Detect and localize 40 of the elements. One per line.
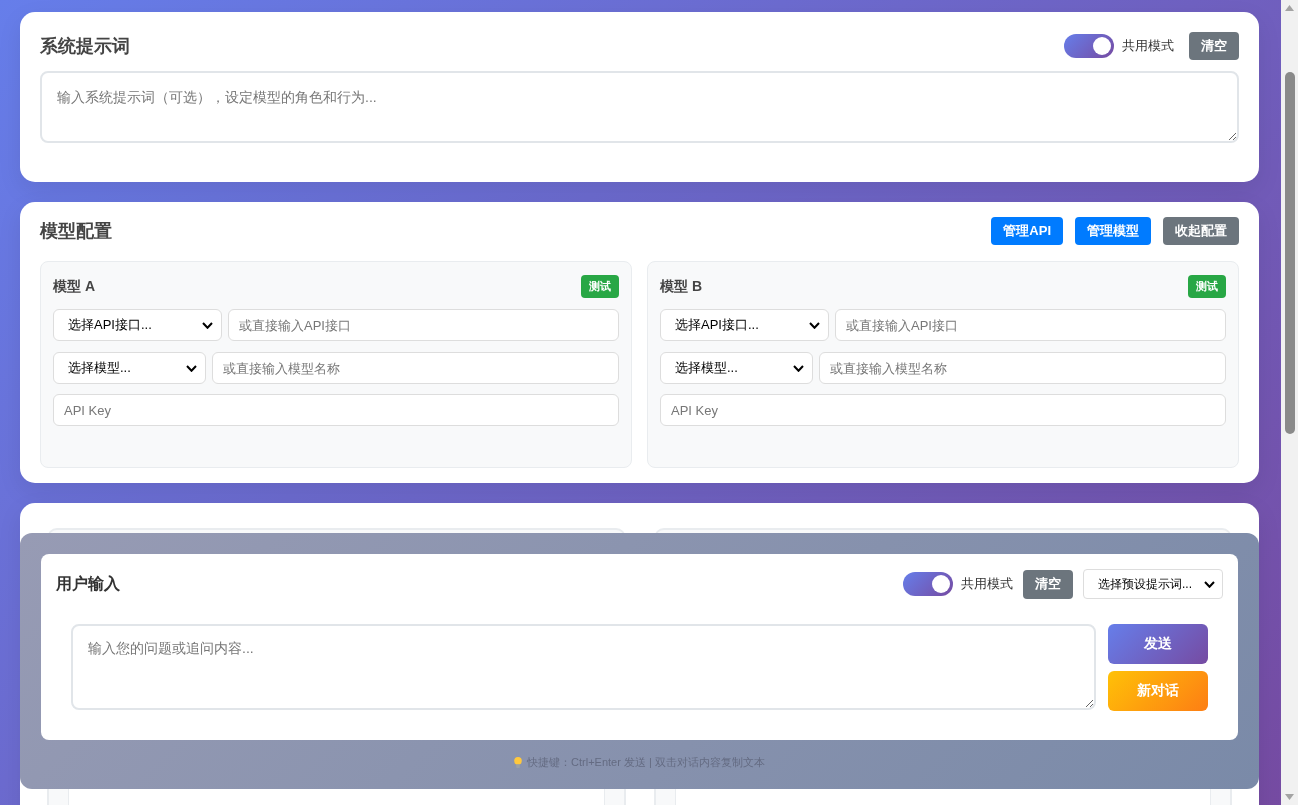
header-button[interactable]: 收起配置 bbox=[1163, 217, 1239, 245]
chevron-down-icon bbox=[1204, 580, 1215, 588]
chevron-down-icon bbox=[202, 321, 213, 329]
scrollbar[interactable] bbox=[1281, 0, 1298, 805]
arrow-down-icon[interactable] bbox=[1285, 794, 1294, 800]
api-select[interactable]: 选择API接口... bbox=[53, 309, 222, 341]
section-title: 用户输入 bbox=[56, 573, 120, 594]
section-title: 模型配置 bbox=[40, 220, 112, 243]
model-title: 模型 A bbox=[53, 277, 95, 296]
toggle-label: 共用模式 bbox=[1122, 37, 1174, 55]
toggle-switch[interactable] bbox=[903, 572, 953, 596]
test-button[interactable]: 测试 bbox=[581, 275, 619, 298]
clear-button[interactable]: 清空 bbox=[1189, 32, 1239, 60]
chevron-down-icon bbox=[793, 364, 804, 372]
toggle-label: 共用模式 bbox=[961, 575, 1013, 593]
toggle-switch[interactable] bbox=[1064, 34, 1114, 58]
section-title: 系统提示词 bbox=[40, 35, 130, 58]
api-key-input[interactable]: API Key bbox=[660, 394, 1226, 426]
preset-select[interactable]: 选择预设提示词... bbox=[1083, 569, 1223, 599]
arrow-up-icon[interactable] bbox=[1285, 5, 1294, 11]
model-select[interactable]: 选择模型... bbox=[53, 352, 206, 384]
model-input[interactable]: 或直接输入模型名称 bbox=[212, 352, 619, 384]
send-button[interactable]: 发送 bbox=[1108, 624, 1208, 664]
scrollbar-thumb[interactable] bbox=[1284, 72, 1295, 434]
clear-button[interactable]: 清空 bbox=[1023, 569, 1073, 599]
api-select[interactable]: 选择API接口... bbox=[660, 309, 829, 341]
lightbulb-icon bbox=[514, 757, 523, 768]
model-select[interactable]: 选择模型... bbox=[660, 352, 813, 384]
system-prompt-textarea[interactable]: 输入系统提示词（可选），设定模型的角色和行为... bbox=[40, 71, 1239, 143]
header-button[interactable]: 管理模型 bbox=[1075, 217, 1151, 245]
chevron-down-icon bbox=[809, 321, 820, 329]
api-input[interactable]: 或直接输入API接口 bbox=[228, 309, 619, 341]
model-title: 模型 B bbox=[660, 277, 702, 296]
chevron-down-icon bbox=[186, 364, 197, 372]
model-input[interactable]: 或直接输入模型名称 bbox=[819, 352, 1226, 384]
user-input-textarea[interactable]: 输入您的问题或追问内容... bbox=[71, 624, 1096, 710]
api-key-input[interactable]: API Key bbox=[53, 394, 619, 426]
header-button[interactable]: 管理API bbox=[991, 217, 1063, 245]
api-input[interactable]: 或直接输入API接口 bbox=[835, 309, 1226, 341]
test-button[interactable]: 测试 bbox=[1188, 275, 1226, 298]
